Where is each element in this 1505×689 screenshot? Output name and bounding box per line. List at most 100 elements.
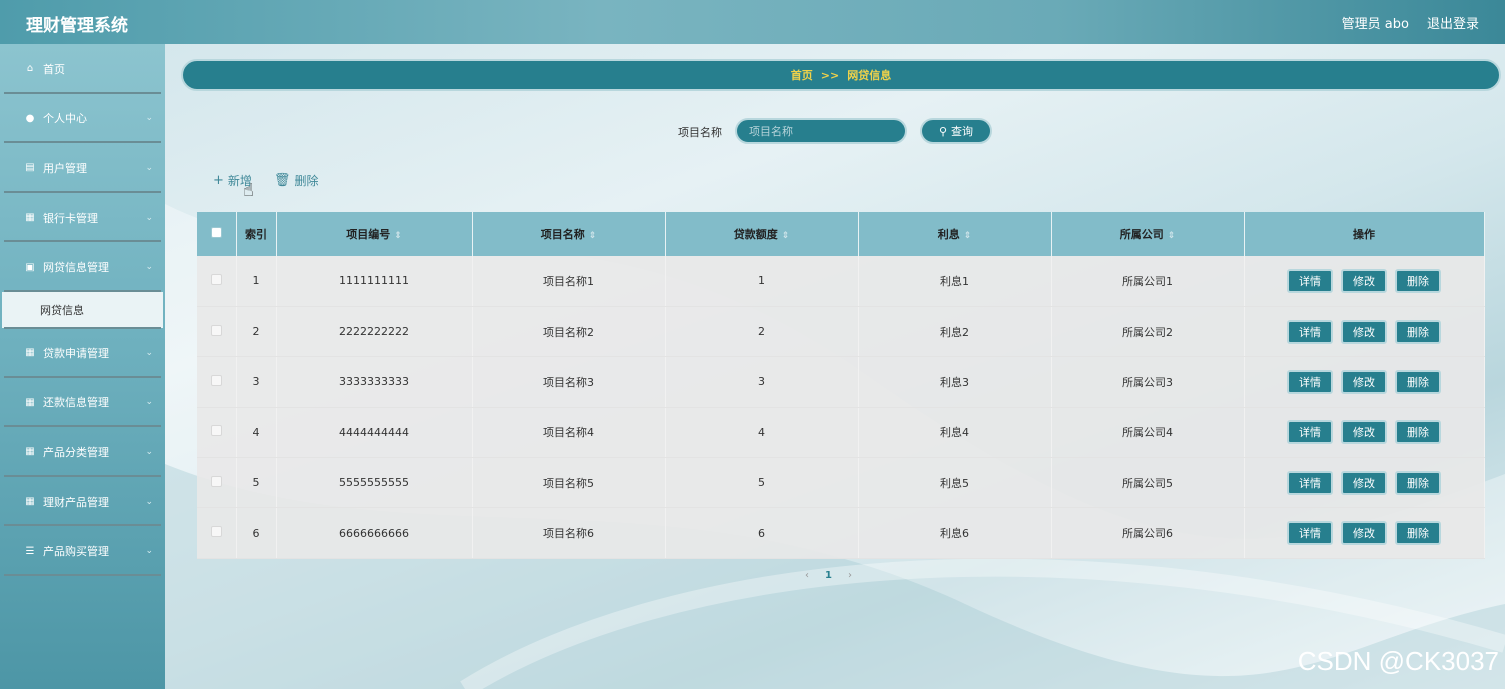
sidebar-item-home[interactable]: ⌂ 首页 (0, 44, 165, 94)
user-area: 管理员 abo 退出登录 (1342, 13, 1479, 32)
main-content: 首页 >> 网贷信息 项目名称 ⚲ 查询 + 新增 🗑 删除 ☝ (165, 44, 1505, 689)
chevron-down-icon: ⌄ (145, 446, 153, 457)
sidebar-item-user-management[interactable]: ▤ 用户管理 ⌄ (0, 143, 165, 193)
edit-button[interactable]: 修改 (1341, 268, 1387, 293)
sort-icon: ⇕ (1167, 231, 1176, 241)
sort-icon: ⇕ (781, 231, 790, 241)
cell-code: 3333333333 (276, 356, 473, 408)
delete-button[interactable]: 删除 (1395, 268, 1441, 293)
cell-name: 项目名称4 (472, 407, 666, 459)
sidebar-item-product-purchase[interactable]: ☰ 产品购买管理 ⌄ (0, 526, 165, 576)
cell-amount: 2 (665, 306, 859, 358)
pointer-cursor-icon: ☝ (243, 180, 254, 201)
sidebar-item-label: 用户管理 (43, 161, 87, 175)
edit-button[interactable]: 修改 (1341, 521, 1387, 546)
table-row: 6 6666666666 项目名称6 6 利息6 所属公司6 详情 修改 删除 (197, 507, 1485, 559)
cell-company: 所属公司5 (1051, 457, 1245, 509)
table-row: 4 4444444444 项目名称4 4 利息4 所属公司4 详情 修改 删除 (197, 407, 1485, 459)
search-button[interactable]: ⚲ 查询 (920, 118, 992, 144)
chevron-down-icon: ⌄ (145, 496, 153, 507)
cell-interest: 利息6 (858, 507, 1052, 559)
batch-delete-button[interactable]: 🗑 删除 (274, 172, 319, 189)
cell-index: 6 (236, 507, 277, 559)
sidebar-item-finance-product[interactable]: ▦ 理财产品管理 ⌄ (0, 477, 165, 527)
sidebar-item-loan-application[interactable]: ▦ 贷款申请管理 ⌄ (0, 328, 165, 378)
chevron-down-icon: ⌄ (145, 113, 153, 124)
row-checkbox[interactable] (210, 273, 222, 285)
cell-company: 所属公司1 (1051, 256, 1245, 307)
column-header: 操作 (1244, 212, 1485, 256)
detail-button[interactable]: 详情 (1287, 470, 1333, 495)
sidebar-item-loan-info[interactable]: ▣ 网贷信息管理 ⌄ (0, 242, 165, 292)
cell-code: 4444444444 (276, 407, 473, 459)
cell-company: 所属公司4 (1051, 407, 1245, 459)
select-all-checkbox[interactable] (210, 227, 222, 238)
column-header[interactable]: 利息 ⇕ (858, 212, 1052, 256)
cell-amount: 6 (665, 507, 859, 559)
cell-actions: 详情 修改 删除 (1244, 356, 1485, 408)
column-header[interactable]: 项目名称 ⇕ (472, 212, 666, 256)
sidebar-item-repayment[interactable]: ▦ 还款信息管理 ⌄ (0, 378, 165, 428)
sidebar-item-label: 产品分类管理 (43, 445, 109, 459)
row-checkbox[interactable] (210, 526, 222, 538)
cell-actions: 详情 修改 删除 (1244, 407, 1485, 459)
logout-link[interactable]: 退出登录 (1427, 13, 1479, 32)
table-header-row: 索引 项目编号 ⇕ 项目名称 ⇕ 贷款额度 ⇕ 利息 ⇕ 所属公司 ⇕ 操作 (197, 212, 1485, 256)
user-name[interactable]: 管理员 abo (1342, 13, 1409, 32)
detail-button[interactable]: 详情 (1287, 521, 1333, 546)
data-table: 索引 项目编号 ⇕ 项目名称 ⇕ 贷款额度 ⇕ 利息 ⇕ 所属公司 ⇕ 操作 1 1111… (197, 212, 1485, 559)
column-header[interactable]: 贷款额度 ⇕ (665, 212, 859, 256)
cell-amount: 4 (665, 407, 859, 459)
row-checkbox[interactable] (210, 475, 222, 487)
detail-button[interactable]: 详情 (1287, 268, 1333, 293)
delete-button[interactable]: 删除 (1395, 470, 1441, 495)
sidebar-item-personal-center[interactable]: ● 个人中心 ⌄ (0, 94, 165, 144)
delete-button[interactable]: 删除 (1395, 369, 1441, 394)
table-row: 3 3333333333 项目名称3 3 利息3 所属公司3 详情 修改 删除 (197, 356, 1485, 408)
detail-button[interactable]: 详情 (1287, 319, 1333, 344)
edit-button[interactable]: 修改 (1341, 470, 1387, 495)
edit-button[interactable]: 修改 (1341, 369, 1387, 394)
row-checkbox[interactable] (210, 374, 222, 386)
cell-interest: 利息1 (858, 256, 1052, 307)
grid-icon: ▦ (25, 396, 35, 408)
delete-button[interactable]: 删除 (1395, 521, 1441, 546)
detail-button[interactable]: 详情 (1287, 369, 1333, 394)
delete-button[interactable]: 删除 (1395, 420, 1441, 445)
monitor-icon: ▣ (25, 261, 35, 273)
home-icon: ⌂ (26, 63, 34, 75)
sidebar-item-label: 首页 (43, 62, 65, 76)
cell-company: 所属公司3 (1051, 356, 1245, 408)
cell-code: 1111111111 (276, 256, 473, 307)
table-row: 2 2222222222 项目名称2 2 利息2 所属公司2 详情 修改 删除 (197, 306, 1485, 358)
detail-button[interactable]: 详情 (1287, 420, 1333, 445)
search-button-label: 查询 (951, 125, 974, 138)
search-input[interactable] (735, 118, 907, 144)
cell-company: 所属公司6 (1051, 507, 1245, 559)
edit-button[interactable]: 修改 (1341, 319, 1387, 344)
breadcrumb-home[interactable]: 首页 (791, 67, 813, 83)
cell-actions: 详情 修改 删除 (1244, 306, 1485, 358)
table-row: 5 5555555555 项目名称5 5 利息5 所属公司5 详情 修改 删除 (197, 457, 1485, 509)
app-title: 理财管理系统 (26, 16, 128, 36)
chevron-down-icon: ⌄ (145, 546, 153, 557)
user-icon: ● (25, 112, 35, 124)
cell-name: 项目名称2 (472, 306, 666, 358)
sidebar-item-bank-card[interactable]: ▦ 银行卡管理 ⌄ (0, 193, 165, 243)
sidebar-subitem-loan-info[interactable]: 网贷信息 (2, 291, 163, 328)
column-header[interactable]: 项目编号 ⇕ (276, 212, 473, 256)
cell-amount: 5 (665, 457, 859, 509)
chevron-down-icon: ⌄ (145, 212, 153, 223)
next-page-button[interactable]: › (848, 570, 852, 581)
edit-button[interactable]: 修改 (1341, 420, 1387, 445)
chevron-up-icon: ⌄ (145, 262, 153, 273)
column-header[interactable]: 所属公司 ⇕ (1051, 212, 1245, 256)
cell-name: 项目名称1 (472, 256, 666, 307)
prev-page-button[interactable]: ‹ (805, 570, 809, 581)
page-number-current[interactable]: 1 (825, 570, 832, 581)
sidebar-item-product-category[interactable]: ▦ 产品分类管理 ⌄ (0, 427, 165, 477)
row-checkbox[interactable] (210, 425, 222, 437)
delete-button[interactable]: 删除 (1395, 319, 1441, 344)
breadcrumb-current: 网贷信息 (847, 69, 892, 82)
row-checkbox[interactable] (210, 324, 222, 336)
